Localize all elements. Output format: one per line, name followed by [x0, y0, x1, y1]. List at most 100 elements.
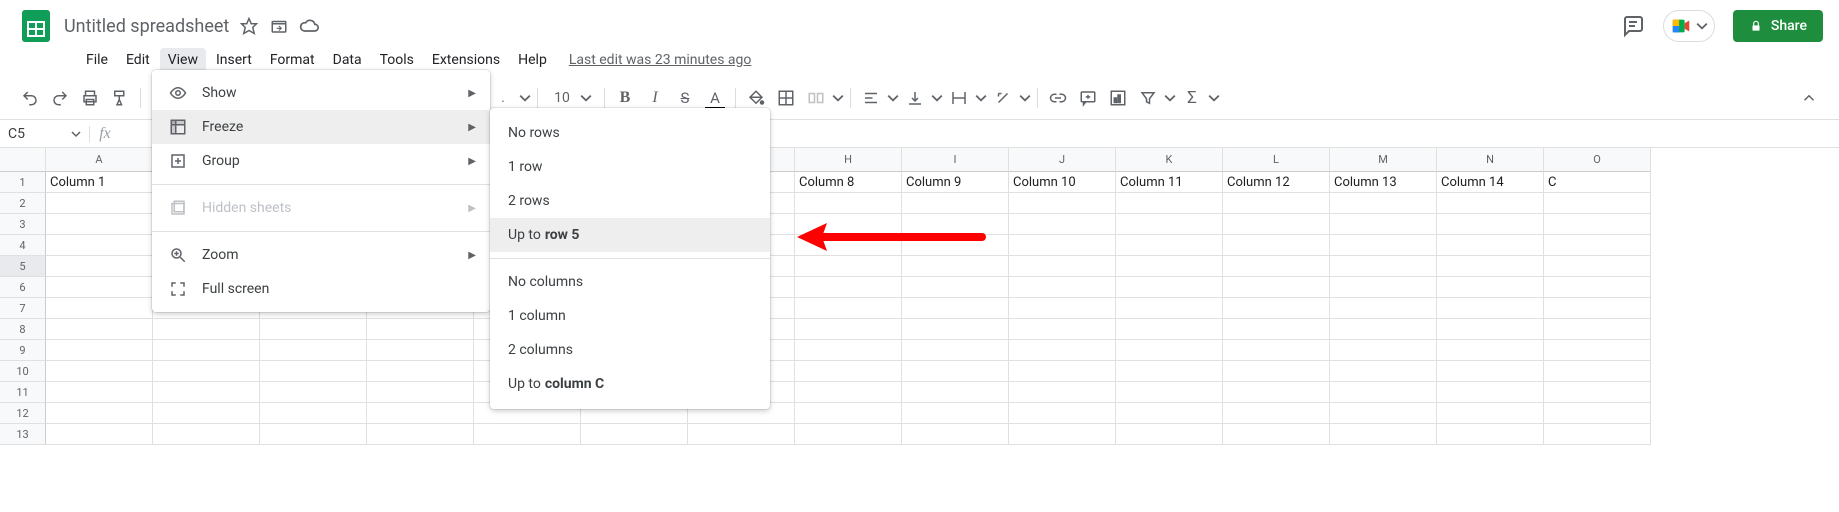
- paint-format-button[interactable]: [106, 84, 134, 112]
- functions-button[interactable]: Σ: [1178, 84, 1206, 112]
- row-header[interactable]: 2: [0, 193, 46, 214]
- cell[interactable]: [1009, 361, 1116, 382]
- cell[interactable]: [795, 319, 902, 340]
- cell[interactable]: [46, 382, 153, 403]
- cell[interactable]: [474, 424, 581, 445]
- cell[interactable]: [260, 424, 367, 445]
- cell[interactable]: [1223, 277, 1330, 298]
- cell[interactable]: [1544, 424, 1651, 445]
- cell[interactable]: [1330, 382, 1437, 403]
- view-menu-full-screen[interactable]: Full screen: [152, 272, 490, 306]
- cell[interactable]: [367, 424, 474, 445]
- cell[interactable]: Column 9: [902, 172, 1009, 193]
- cell[interactable]: [902, 193, 1009, 214]
- cell[interactable]: [1009, 256, 1116, 277]
- cell[interactable]: [1330, 424, 1437, 445]
- col-header[interactable]: L: [1223, 148, 1330, 172]
- cell[interactable]: [1223, 382, 1330, 403]
- freeze-up-to-row[interactable]: Up torow 5: [490, 218, 770, 252]
- cell[interactable]: [1330, 277, 1437, 298]
- print-button[interactable]: [76, 84, 104, 112]
- cell[interactable]: [153, 382, 260, 403]
- cell[interactable]: [1330, 319, 1437, 340]
- cell[interactable]: [1116, 214, 1223, 235]
- cell[interactable]: [153, 319, 260, 340]
- cell[interactable]: [260, 382, 367, 403]
- collapse-toolbar-button[interactable]: [1795, 84, 1823, 112]
- insert-chart-button[interactable]: [1104, 84, 1132, 112]
- cell[interactable]: [1009, 235, 1116, 256]
- cell[interactable]: [1116, 382, 1223, 403]
- cell[interactable]: Column 14: [1437, 172, 1544, 193]
- cell[interactable]: [367, 340, 474, 361]
- cell[interactable]: Column 1: [46, 172, 153, 193]
- cell[interactable]: C: [1544, 172, 1651, 193]
- cell[interactable]: [1009, 319, 1116, 340]
- menu-view[interactable]: View: [160, 48, 206, 72]
- borders-button[interactable]: [772, 84, 800, 112]
- cell[interactable]: [1544, 298, 1651, 319]
- cell[interactable]: [153, 403, 260, 424]
- cell[interactable]: [1223, 319, 1330, 340]
- move-icon[interactable]: [269, 16, 289, 36]
- cell[interactable]: [1544, 403, 1651, 424]
- menu-extensions[interactable]: Extensions: [424, 48, 508, 72]
- cell[interactable]: [1437, 193, 1544, 214]
- cell[interactable]: [1223, 424, 1330, 445]
- cell[interactable]: [795, 340, 902, 361]
- cell[interactable]: [1437, 277, 1544, 298]
- cell[interactable]: [1544, 340, 1651, 361]
- cell[interactable]: [1223, 235, 1330, 256]
- cell[interactable]: [1437, 214, 1544, 235]
- cell[interactable]: [367, 403, 474, 424]
- cell[interactable]: [795, 277, 902, 298]
- view-menu-zoom[interactable]: Zoom▶: [152, 238, 490, 272]
- cell[interactable]: [1009, 277, 1116, 298]
- text-wrap-button[interactable]: [945, 84, 973, 112]
- select-all-corner[interactable]: [0, 148, 46, 172]
- row-header[interactable]: 1: [0, 172, 46, 193]
- cell[interactable]: [260, 319, 367, 340]
- cell[interactable]: [1544, 382, 1651, 403]
- freeze-1-row[interactable]: 1 row: [490, 150, 770, 184]
- cell[interactable]: [367, 361, 474, 382]
- cell[interactable]: [367, 382, 474, 403]
- cell[interactable]: Column 13: [1330, 172, 1437, 193]
- cell[interactable]: [1116, 256, 1223, 277]
- row-header[interactable]: 10: [0, 361, 46, 382]
- menu-data[interactable]: Data: [325, 48, 370, 72]
- freeze-no-columns[interactable]: No columns: [490, 265, 770, 299]
- cell[interactable]: [1116, 319, 1223, 340]
- cell[interactable]: [46, 361, 153, 382]
- cell[interactable]: [46, 403, 153, 424]
- cell[interactable]: [1116, 361, 1223, 382]
- cell[interactable]: [902, 340, 1009, 361]
- cell[interactable]: [1116, 193, 1223, 214]
- cell[interactable]: [46, 298, 153, 319]
- cell[interactable]: [1223, 340, 1330, 361]
- col-header[interactable]: K: [1116, 148, 1223, 172]
- row-header[interactable]: 3: [0, 214, 46, 235]
- cell[interactable]: [1437, 235, 1544, 256]
- menu-file[interactable]: File: [78, 48, 116, 72]
- col-header[interactable]: N: [1437, 148, 1544, 172]
- freeze-no-rows[interactable]: No rows: [490, 116, 770, 150]
- row-header[interactable]: 7: [0, 298, 46, 319]
- cell[interactable]: [1009, 298, 1116, 319]
- cell[interactable]: Column 10: [1009, 172, 1116, 193]
- cell[interactable]: [46, 424, 153, 445]
- col-header[interactable]: H: [795, 148, 902, 172]
- undo-button[interactable]: [16, 84, 44, 112]
- cell[interactable]: [46, 340, 153, 361]
- cell[interactable]: [1544, 319, 1651, 340]
- row-header[interactable]: 6: [0, 277, 46, 298]
- cell[interactable]: [153, 361, 260, 382]
- cell[interactable]: [795, 361, 902, 382]
- cell[interactable]: Column 12: [1223, 172, 1330, 193]
- cell[interactable]: [1330, 361, 1437, 382]
- cell[interactable]: [1330, 214, 1437, 235]
- cell[interactable]: [1009, 214, 1116, 235]
- cell[interactable]: [1330, 403, 1437, 424]
- cell[interactable]: [902, 298, 1009, 319]
- share-button[interactable]: Share: [1733, 10, 1823, 42]
